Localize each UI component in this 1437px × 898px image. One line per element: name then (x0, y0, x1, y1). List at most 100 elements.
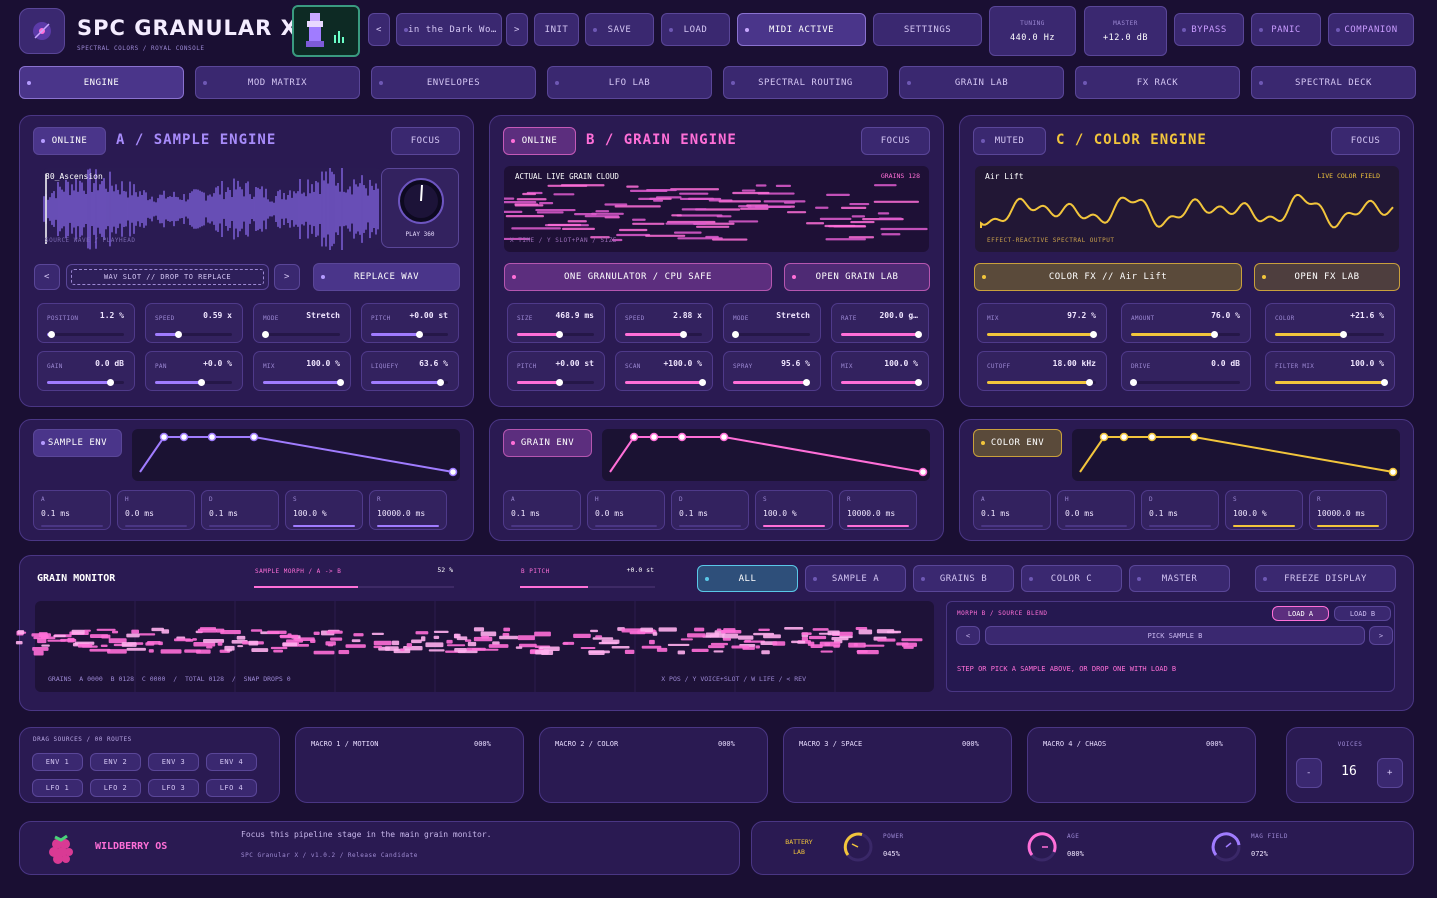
bypass-button[interactable]: BYPASS (1174, 13, 1244, 46)
param-spray[interactable]: SPRAY 95.6 % (723, 351, 821, 391)
drag-source-lfo-4[interactable]: LFO 4 (206, 779, 257, 797)
drag-source-env-1[interactable]: ENV 1 (32, 753, 83, 771)
drag-source-env-4[interactable]: ENV 4 (206, 753, 257, 771)
b-pitch-slider[interactable]: B PITCH +0.0 st (520, 566, 655, 590)
param-speed[interactable]: SPEED 0.59 x (145, 303, 243, 343)
env-stage-d[interactable]: D 0.1 ms (671, 490, 749, 530)
tab-spectral-routing[interactable]: SPECTRAL ROUTING (723, 66, 888, 99)
param-mix[interactable]: MIX 100.0 % (253, 351, 351, 391)
filter-all[interactable]: ALL (697, 565, 798, 592)
load-b-button[interactable]: LOAD B (1334, 606, 1391, 621)
init-button[interactable]: INIT (534, 13, 579, 46)
param-knob[interactable] (679, 331, 687, 338)
load-button[interactable]: LOAD (661, 13, 730, 46)
param-pitch[interactable]: PITCH +0.00 st (361, 303, 459, 343)
drag-source-lfo-3[interactable]: LFO 3 (148, 779, 199, 797)
preset-name-display[interactable]: in the Dark Wo… (396, 13, 502, 46)
param-knob[interactable] (1210, 331, 1218, 338)
param-knob[interactable] (1089, 331, 1097, 338)
color-env-graph[interactable] (1072, 429, 1400, 481)
param-knob[interactable] (915, 331, 922, 338)
wav-slot-dropzone[interactable]: WAV SLOT // DROP TO REPLACE (66, 264, 269, 290)
param-position[interactable]: POSITION 1.2 % (37, 303, 135, 343)
param-knob[interactable] (1086, 379, 1094, 386)
preset-prev-button[interactable]: < (368, 13, 390, 46)
one-granulator-button[interactable]: ONE GRANULATOR / CPU SAFE (504, 263, 772, 291)
panic-button[interactable]: PANIC (1251, 13, 1321, 46)
engine-a-focus-button[interactable]: FOCUS (391, 127, 460, 155)
param-scan[interactable]: SCAN +100.0 % (615, 351, 713, 391)
param-knob[interactable] (556, 331, 564, 338)
param-drive[interactable]: DRIVE 0.0 dB (1121, 351, 1251, 391)
pick-next-button[interactable]: > (1369, 626, 1393, 645)
macro-3-slot[interactable]: MACRO 3 / SPACE 000% (783, 727, 1012, 803)
wav-prev-button[interactable]: < (34, 264, 60, 290)
tab-lfo-lab[interactable]: LFO LAB (547, 66, 712, 99)
companion-button[interactable]: COMPANION (1328, 13, 1414, 46)
param-knob[interactable] (175, 331, 183, 338)
settings-button[interactable]: SETTINGS (873, 13, 982, 46)
engine-c-focus-button[interactable]: FOCUS (1331, 127, 1400, 155)
color-env-button[interactable]: COLOR ENV (973, 429, 1062, 457)
grain-env-button[interactable]: GRAIN ENV (503, 429, 592, 457)
param-knob[interactable] (437, 379, 445, 386)
color-fx-button[interactable]: COLOR FX // Air Lift (974, 263, 1242, 291)
engine-c-status-button[interactable]: MUTED (973, 127, 1046, 155)
param-amount[interactable]: AMOUNT 76.0 % (1121, 303, 1251, 343)
param-mix[interactable]: MIX 100.0 % (831, 351, 929, 391)
drag-source-env-2[interactable]: ENV 2 (90, 753, 141, 771)
engine-b-focus-button[interactable]: FOCUS (861, 127, 930, 155)
filter-master[interactable]: MASTER (1129, 565, 1230, 592)
save-button[interactable]: SAVE (585, 13, 654, 46)
tab-engine[interactable]: ENGINE (19, 66, 184, 99)
param-knob[interactable] (47, 331, 55, 338)
env-stage-d[interactable]: D 0.1 ms (1141, 490, 1219, 530)
env-stage-h[interactable]: H 0.0 ms (117, 490, 195, 530)
filter-color-c[interactable]: COLOR C (1021, 565, 1122, 592)
env-stage-r[interactable]: R 10000.0 ms (1309, 490, 1387, 530)
tab-spectral-deck[interactable]: SPECTRAL DECK (1251, 66, 1416, 99)
env-stage-d[interactable]: D 0.1 ms (201, 490, 279, 530)
param-gain[interactable]: GAIN 0.0 dB (37, 351, 135, 391)
env-stage-r[interactable]: R 10000.0 ms (839, 490, 917, 530)
engine-a-status-button[interactable]: ONLINE (33, 127, 106, 155)
pick-prev-button[interactable]: < (956, 626, 980, 645)
param-knob[interactable] (915, 379, 922, 386)
env-stage-s[interactable]: S 100.0 % (1225, 490, 1303, 530)
env-stage-a[interactable]: A 0.1 ms (33, 490, 111, 530)
replace-wav-button[interactable]: REPLACE WAV (313, 263, 460, 291)
param-cutoff[interactable]: CUTOFF 18.00 kHz (977, 351, 1107, 391)
env-stage-a[interactable]: A 0.1 ms (503, 490, 581, 530)
param-size[interactable]: SIZE 468.9 ms (507, 303, 605, 343)
param-knob[interactable] (107, 379, 115, 386)
load-a-button[interactable]: LOAD A (1272, 606, 1329, 621)
drag-source-lfo-2[interactable]: LFO 2 (90, 779, 141, 797)
master-readout[interactable]: MASTER +12.0 dB (1084, 6, 1167, 56)
drag-source-lfo-1[interactable]: LFO 1 (32, 779, 83, 797)
param-color[interactable]: COLOR +21.6 % (1265, 303, 1395, 343)
grain-monitor-display[interactable]: GRAINS A 0000 B 0128 C 0000 / TOTAL 0128… (15, 601, 934, 692)
env-stage-s[interactable]: S 100.0 % (285, 490, 363, 530)
param-pitch[interactable]: PITCH +0.00 st (507, 351, 605, 391)
macro-2-slot[interactable]: MACRO 2 / COLOR 000% (539, 727, 768, 803)
freeze-display-button[interactable]: FREEZE DISPLAY (1255, 565, 1396, 592)
env-stage-a[interactable]: A 0.1 ms (973, 490, 1051, 530)
tab-grain-lab[interactable]: GRAIN LAB (899, 66, 1064, 99)
grain-env-graph[interactable] (602, 429, 930, 481)
env-stage-r[interactable]: R 10000.0 ms (369, 490, 447, 530)
open-fx-lab-button[interactable]: OPEN FX LAB (1254, 263, 1400, 291)
param-knob[interactable] (1381, 379, 1388, 386)
param-mix[interactable]: MIX 97.2 % (977, 303, 1107, 343)
param-knob[interactable] (337, 379, 344, 386)
pick-sample-b-button[interactable]: PICK SAMPLE B (985, 626, 1365, 645)
preset-next-button[interactable]: > (506, 13, 528, 46)
param-knob[interactable] (261, 331, 269, 338)
env-stage-h[interactable]: H 0.0 ms (587, 490, 665, 530)
param-filter-mix[interactable]: FILTER MIX 100.0 % (1265, 351, 1395, 391)
tab-mod-matrix[interactable]: MOD MATRIX (195, 66, 360, 99)
tab-envelopes[interactable]: ENVELOPES (371, 66, 536, 99)
drag-source-env-3[interactable]: ENV 3 (148, 753, 199, 771)
tuning-readout[interactable]: TUNING 440.0 Hz (989, 6, 1076, 56)
color-field-display[interactable]: Air Lift LIVE COLOR FIELD EFFECT-REACTIV… (975, 166, 1399, 252)
env-stage-s[interactable]: S 100.0 % (755, 490, 833, 530)
